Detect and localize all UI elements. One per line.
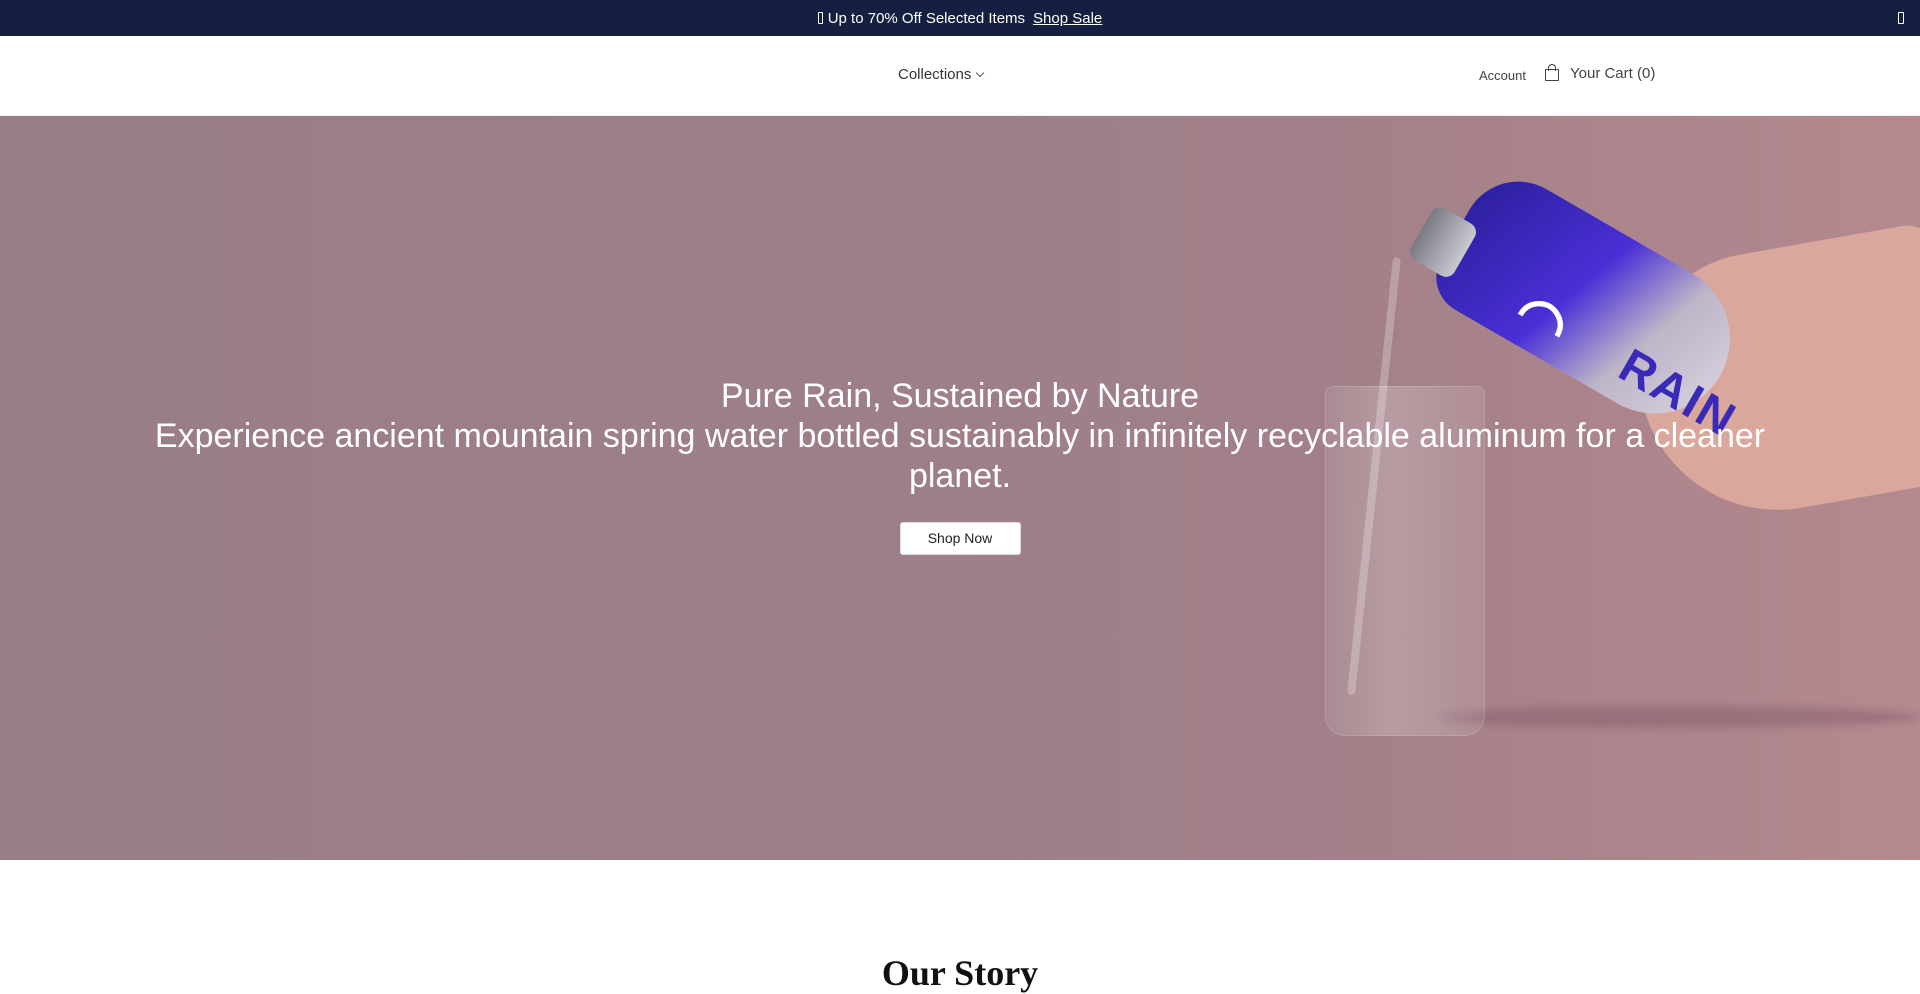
close-icon[interactable] <box>1898 12 1904 24</box>
hero-content: Pure Rain, Sustained by Nature Experienc… <box>0 116 1920 860</box>
chevron-down-icon <box>976 68 985 77</box>
hero-subtitle: Experience ancient mountain spring water… <box>154 416 1766 495</box>
cart-label: Your Cart (0) <box>1570 65 1656 82</box>
announcement-text: Up to 70% Off Selected Items <box>827 9 1026 27</box>
shop-now-button[interactable]: Shop Now <box>899 521 1021 555</box>
hero-banner: ◠ RAIN Pure Rain, Sustained by Nature Ex… <box>0 116 1920 860</box>
our-story-heading: Our Story <box>881 953 1039 993</box>
site-header: Collections Account Your Cart (0) <box>0 36 1920 116</box>
bag-icon <box>1545 64 1559 81</box>
account-link[interactable]: Account <box>1479 68 1526 83</box>
shop-sale-link[interactable]: Shop Sale <box>1033 10 1102 27</box>
tag-icon <box>817 12 823 24</box>
nav-collections-label: Collections <box>898 66 972 83</box>
nav-collections-menu[interactable]: Collections <box>898 66 985 83</box>
cart-link[interactable]: Your Cart (0) <box>1545 64 1656 82</box>
announcement-bar: Up to 70% Off Selected Items Shop Sale <box>0 0 1920 36</box>
hero-title: Pure Rain, Sustained by Nature <box>720 376 1200 415</box>
